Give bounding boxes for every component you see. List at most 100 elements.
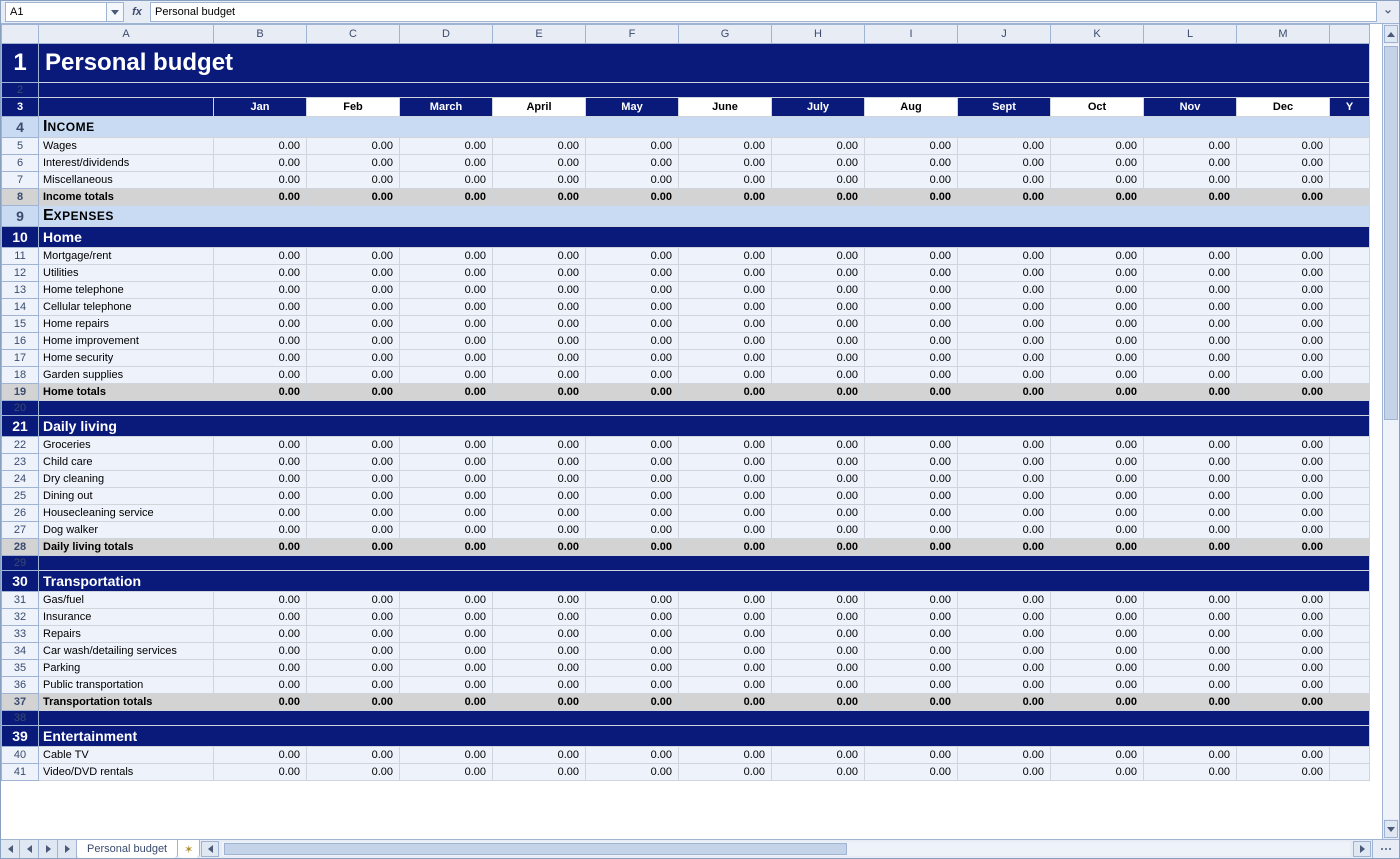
row-label[interactable]: Housecleaning service <box>39 505 214 522</box>
column-header[interactable]: A <box>39 25 214 44</box>
cell[interactable]: 0.00 <box>1051 522 1144 539</box>
cell[interactable]: 0.00 <box>679 539 772 556</box>
cell[interactable]: 0.00 <box>307 522 400 539</box>
cell[interactable]: 0.00 <box>958 643 1051 660</box>
cell[interactable]: 0.00 <box>679 350 772 367</box>
expand-formula-bar[interactable] <box>1381 5 1395 19</box>
cell[interactable]: 0.00 <box>214 282 307 299</box>
cell[interactable]: 0.00 <box>1237 505 1330 522</box>
section-header[interactable]: Daily living <box>39 416 1370 437</box>
cell[interactable]: 0.00 <box>1051 626 1144 643</box>
column-header[interactable]: B <box>214 25 307 44</box>
cell[interactable]: 0.00 <box>679 488 772 505</box>
cell[interactable]: 0.00 <box>1237 350 1330 367</box>
cell[interactable]: 0.00 <box>493 248 586 265</box>
cell[interactable]: 0.00 <box>214 660 307 677</box>
cell[interactable]: 0.00 <box>214 764 307 781</box>
cell[interactable]: 0.00 <box>679 248 772 265</box>
column-header[interactable]: F <box>586 25 679 44</box>
cell[interactable]: 0.00 <box>1144 471 1237 488</box>
row-header[interactable]: 5 <box>2 138 39 155</box>
cell[interactable]: 0.00 <box>307 660 400 677</box>
cell[interactable]: 0.00 <box>586 609 679 626</box>
cell[interactable]: 0.00 <box>865 299 958 316</box>
section-header[interactable]: EXPENSES <box>39 206 1370 227</box>
cell[interactable]: 0.00 <box>1144 660 1237 677</box>
cell[interactable]: 0.00 <box>400 471 493 488</box>
row-label[interactable]: Home repairs <box>39 316 214 333</box>
cell[interactable]: 0.00 <box>958 764 1051 781</box>
row-label[interactable]: Garden supplies <box>39 367 214 384</box>
cell[interactable]: 0.00 <box>307 505 400 522</box>
cell[interactable]: 0.00 <box>958 138 1051 155</box>
row-header[interactable]: 25 <box>2 488 39 505</box>
cell[interactable]: 0.00 <box>772 643 865 660</box>
cell[interactable]: 0.00 <box>679 592 772 609</box>
column-header[interactable]: G <box>679 25 772 44</box>
month-header[interactable]: May <box>586 98 679 117</box>
cell[interactable]: 0.00 <box>1051 265 1144 282</box>
cell[interactable]: 0.00 <box>1144 155 1237 172</box>
cell[interactable]: 0.00 <box>958 265 1051 282</box>
cell[interactable]: 0.00 <box>865 437 958 454</box>
cell[interactable]: 0.00 <box>865 539 958 556</box>
cell[interactable]: 0.00 <box>400 384 493 401</box>
row-header[interactable]: 41 <box>2 764 39 781</box>
cell[interactable]: 0.00 <box>772 316 865 333</box>
cell[interactable]: 0.00 <box>1051 643 1144 660</box>
cell[interactable]: 0.00 <box>772 471 865 488</box>
row-header[interactable]: 20 <box>2 401 39 416</box>
cell[interactable]: 0.00 <box>1051 384 1144 401</box>
cell[interactable]: 0.00 <box>1237 367 1330 384</box>
cell[interactable]: 0.00 <box>958 471 1051 488</box>
cell[interactable]: 0.00 <box>865 677 958 694</box>
cell[interactable]: 0.00 <box>586 592 679 609</box>
cell[interactable]: 0.00 <box>214 155 307 172</box>
cell[interactable]: 0.00 <box>1051 660 1144 677</box>
cell[interactable]: 0.00 <box>679 189 772 206</box>
cell[interactable]: 0.00 <box>958 384 1051 401</box>
column-header[interactable]: C <box>307 25 400 44</box>
row-header[interactable]: 37 <box>2 694 39 711</box>
cell[interactable]: 0.00 <box>400 155 493 172</box>
cell[interactable]: 0.00 <box>772 609 865 626</box>
column-header[interactable]: L <box>1144 25 1237 44</box>
month-header[interactable]: Sept <box>958 98 1051 117</box>
row-header[interactable]: 33 <box>2 626 39 643</box>
cell[interactable]: 0.00 <box>214 471 307 488</box>
cell[interactable]: 0.00 <box>586 172 679 189</box>
cell[interactable]: 0.00 <box>1237 265 1330 282</box>
cell[interactable]: 0.00 <box>307 333 400 350</box>
scroll-up-button[interactable] <box>1384 25 1398 43</box>
cell[interactable]: 0.00 <box>1051 155 1144 172</box>
cell[interactable]: 0.00 <box>1144 539 1237 556</box>
cell[interactable]: 0.00 <box>865 248 958 265</box>
cell[interactable]: 0.00 <box>1237 660 1330 677</box>
cell[interactable]: 0.00 <box>493 539 586 556</box>
vscroll-track[interactable] <box>1383 44 1399 819</box>
cell[interactable]: 0.00 <box>400 367 493 384</box>
cell[interactable]: 0.00 <box>772 747 865 764</box>
cell[interactable]: 0.00 <box>1144 384 1237 401</box>
cell[interactable]: 0.00 <box>586 764 679 781</box>
sheet-tab[interactable]: Personal budget <box>77 839 178 858</box>
cell[interactable]: 0.00 <box>679 437 772 454</box>
cell[interactable]: 0.00 <box>586 299 679 316</box>
cell[interactable]: 0.00 <box>400 350 493 367</box>
cell[interactable]: 0.00 <box>1237 626 1330 643</box>
cell[interactable]: 0.00 <box>493 747 586 764</box>
cell[interactable]: 0.00 <box>1051 505 1144 522</box>
row-label[interactable]: Home telephone <box>39 282 214 299</box>
cell[interactable]: 0.00 <box>214 747 307 764</box>
cell[interactable]: 0.00 <box>1051 189 1144 206</box>
cell[interactable]: 0.00 <box>586 488 679 505</box>
cell[interactable]: 0.00 <box>958 609 1051 626</box>
cell[interactable]: 0.00 <box>772 694 865 711</box>
row-header[interactable]: 6 <box>2 155 39 172</box>
cell[interactable]: 0.00 <box>1237 764 1330 781</box>
cell[interactable]: 0.00 <box>679 764 772 781</box>
cell[interactable]: 0.00 <box>400 454 493 471</box>
cell[interactable]: 0.00 <box>1051 488 1144 505</box>
row-label[interactable]: Dry cleaning <box>39 471 214 488</box>
row-header[interactable]: 40 <box>2 747 39 764</box>
